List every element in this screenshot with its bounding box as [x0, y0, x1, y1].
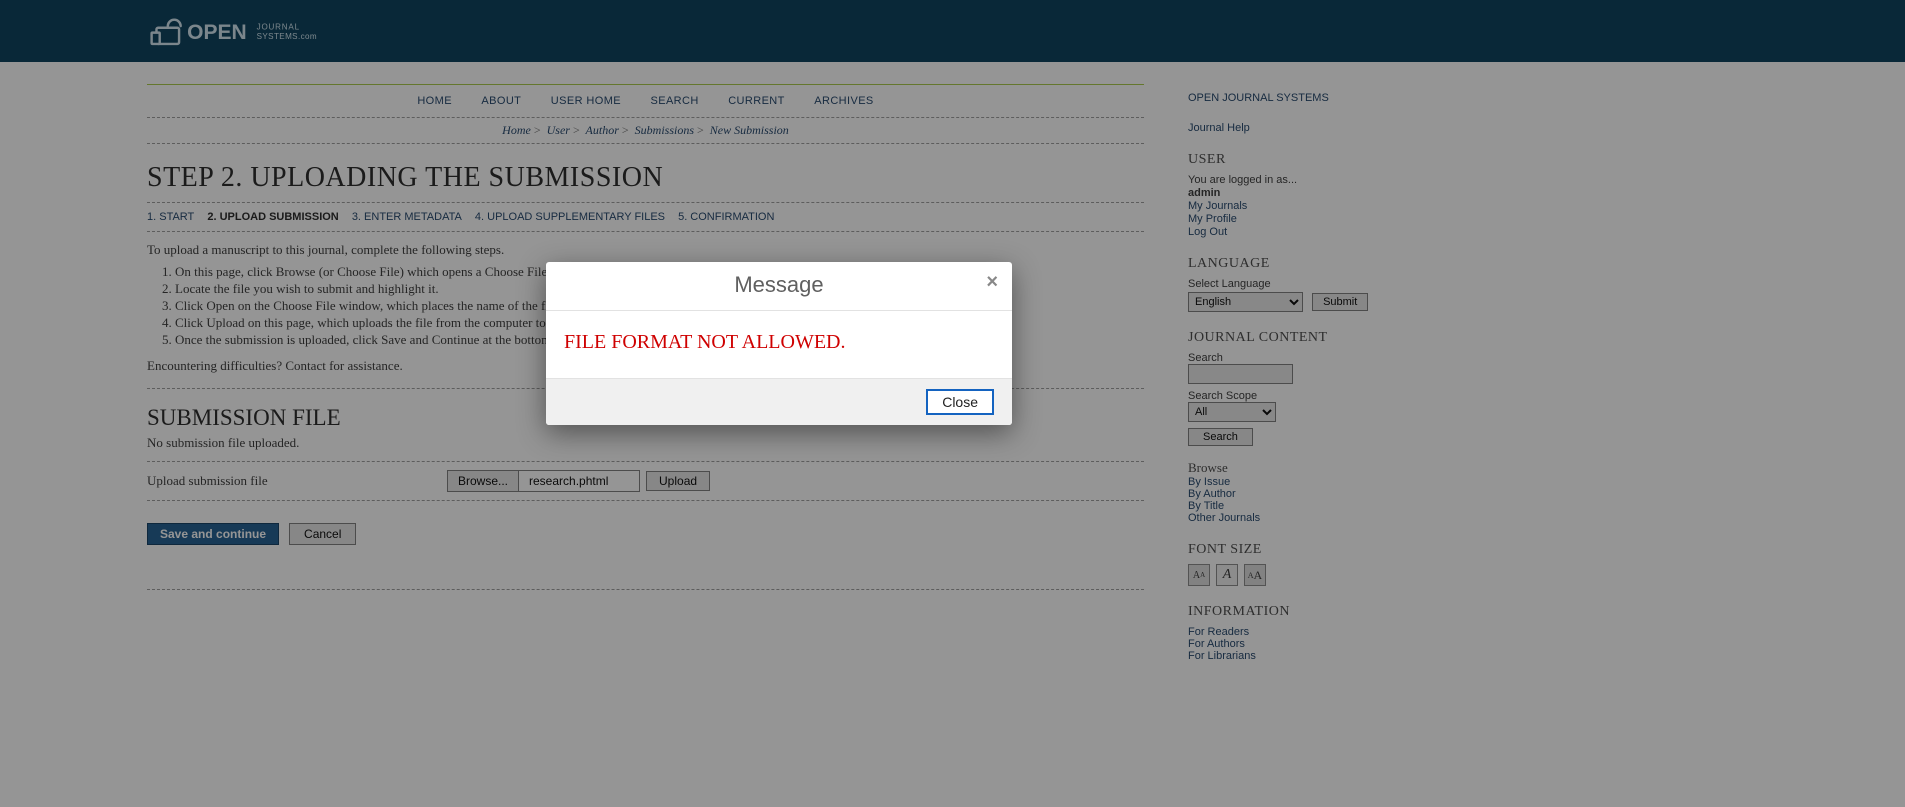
modal-body-text: FILE FORMAT NOT ALLOWED.	[546, 311, 1012, 378]
close-icon[interactable]: ×	[986, 272, 998, 292]
modal-title: Message	[734, 272, 823, 297]
message-modal: Message × FILE FORMAT NOT ALLOWED. Close	[546, 262, 1012, 425]
modal-close-button[interactable]: Close	[926, 389, 994, 415]
